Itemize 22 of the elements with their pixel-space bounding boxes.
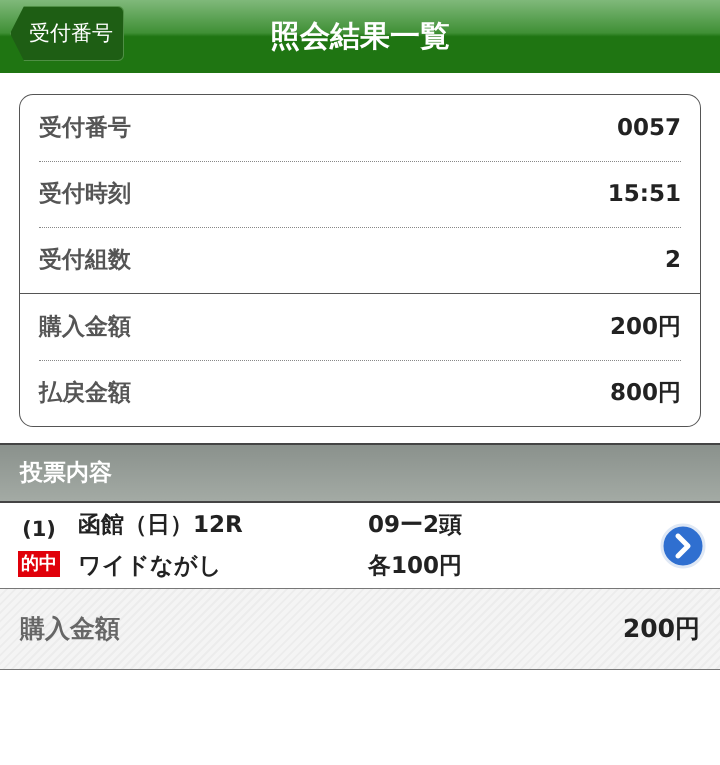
summary-label: 受付組数 <box>39 246 131 276</box>
total-value: 200円 <box>622 613 700 646</box>
summary-label: 購入金額 <box>39 312 131 342</box>
summary-value: 0057 <box>616 114 681 143</box>
summary-label: 払戻金額 <box>39 379 131 408</box>
back-button[interactable]: 受付番号 <box>10 6 124 61</box>
race-name: 函館（日）12R <box>78 511 244 540</box>
summary-label: 受付時刻 <box>39 180 131 210</box>
summary-value: 800円 <box>610 379 681 408</box>
hit-badge: 的中 <box>18 551 60 578</box>
total-label: 購入金額 <box>20 613 120 646</box>
chevron-right-icon[interactable] <box>660 522 706 568</box>
summary-value: 15:51 <box>608 180 681 210</box>
summary-label: 受付番号 <box>39 114 131 143</box>
summary-value: 200円 <box>610 312 681 342</box>
section-title: 投票内容 <box>20 458 112 488</box>
combination: 09ー2頭 <box>368 511 464 540</box>
bet-number: (1) <box>22 516 56 543</box>
page-title: 照会結果一覧 <box>270 18 450 56</box>
summary-value: 2 <box>664 246 681 276</box>
bet-amount: 各100円 <box>368 552 464 580</box>
bet-type: ワイドながし <box>78 552 223 580</box>
